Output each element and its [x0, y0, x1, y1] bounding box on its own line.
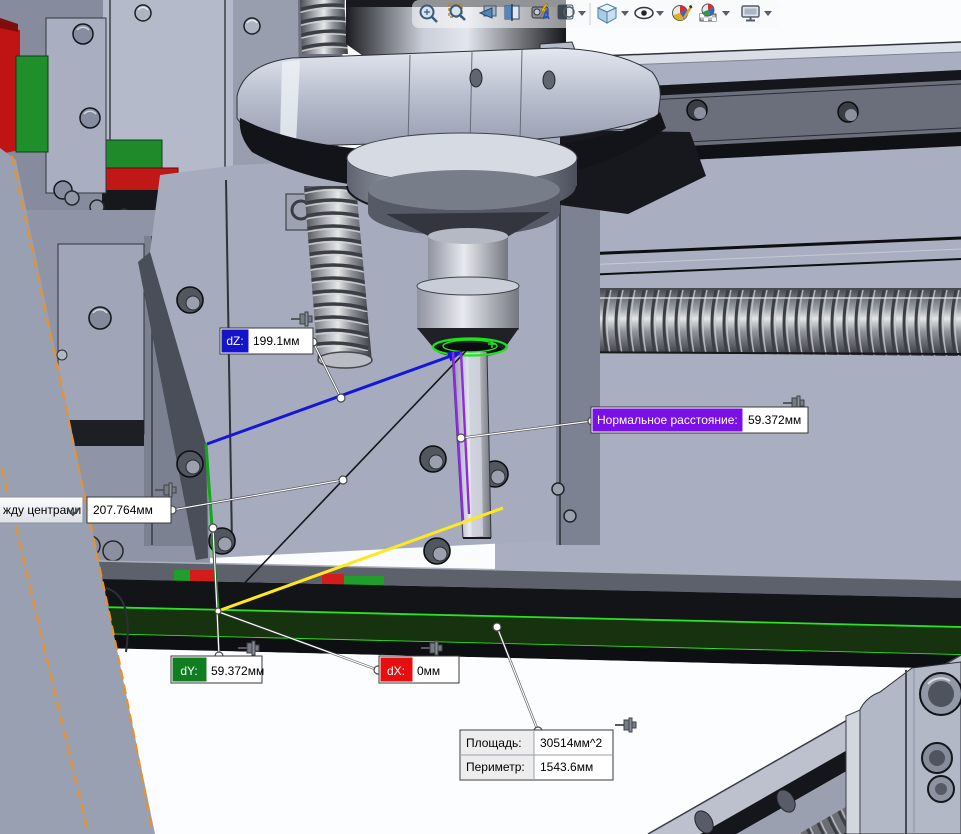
rail-hole [837, 101, 859, 123]
dy-callout[interactable]: dY: 59.372мм [170, 655, 264, 684]
rail-block-green [103, 139, 163, 169]
dz-value: 199.1мм [253, 334, 300, 348]
dx-label: dX: [387, 664, 405, 678]
area-label: Площадь: [466, 736, 522, 750]
viewport-3d[interactable]: dZ: 199.1мм Нормальное расстояние: 59.37… [0, 0, 961, 834]
rail-hole [686, 99, 708, 121]
perimeter-value: 1543.6мм [540, 760, 593, 774]
normal-distance-callout[interactable]: Нормальное расстояние: 59.372мм [590, 406, 809, 434]
spindle-flange [236, 47, 661, 147]
between-centers-value: 207.764мм [93, 503, 153, 517]
dx-callout[interactable]: dX: 0мм [378, 655, 460, 684]
dy-value: 59.372мм [211, 664, 264, 678]
area-value: 30514мм^2 [540, 736, 603, 750]
normal-distance-label: Нормальное расстояние: [597, 413, 738, 427]
display-style-icon[interactable] [557, 4, 575, 20]
dy-label: dY: [180, 664, 197, 678]
section-view-icon[interactable] [504, 4, 520, 21]
heads-up-toolbar [412, 0, 780, 28]
dx-value: 0мм [417, 664, 440, 678]
dz-callout[interactable]: dZ: 199.1мм [219, 327, 314, 355]
limit-block-green [15, 55, 49, 153]
perimeter-label: Периметр: [466, 760, 525, 774]
dz-label: dZ: [226, 334, 243, 348]
normal-distance-value: 59.372мм [748, 413, 801, 427]
hide-show-items-icon[interactable] [634, 6, 654, 20]
area-perimeter-callout[interactable]: Площадь: 30514мм^2 Периметр: 1543.6мм [459, 729, 614, 781]
